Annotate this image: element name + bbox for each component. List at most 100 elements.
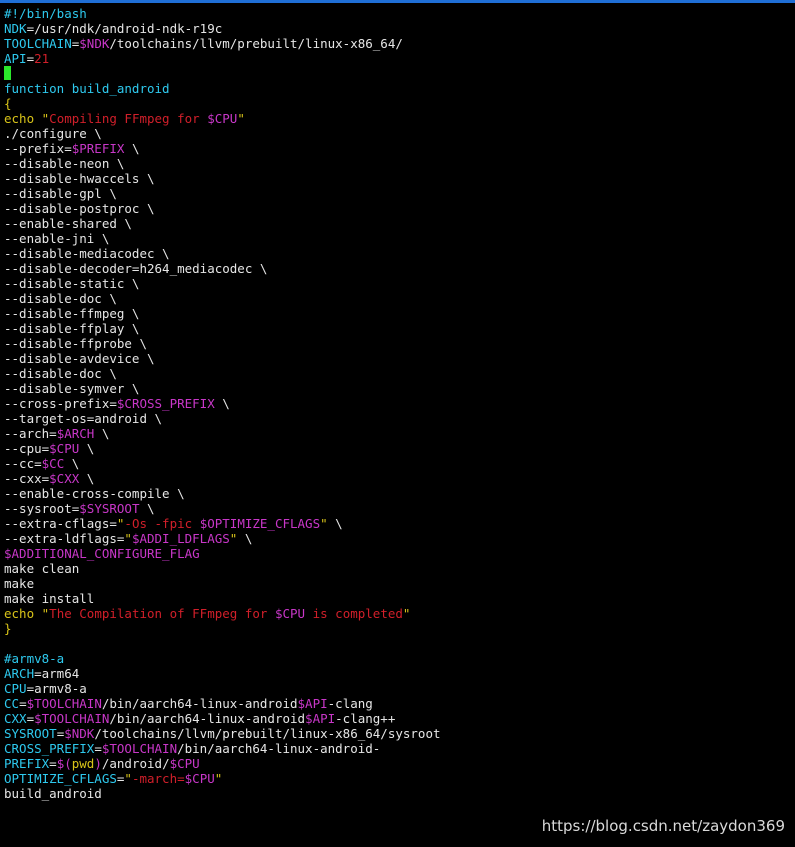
code-token: CXX [4,711,27,726]
code-token: echo [4,111,42,126]
code-token: /android/ [101,756,170,771]
code-token: CROSS_PREFIX [4,741,95,756]
code-line: --disable-symver \ [4,381,795,396]
text-cursor [4,66,11,80]
code-token: TOOLCHAIN [4,36,72,51]
code-token: $OPTIMIZE_CFLAGS [199,516,321,531]
code-line: TOOLCHAIN=$NDK/toolchains/llvm/prebuilt/… [4,36,795,51]
code-token: =/usr/ndk/android-ndk-r19c [26,21,223,36]
code-line: --disable-hwaccels \ [4,171,795,186]
code-token: = [49,756,57,771]
code-token: $PREFIX [71,141,125,156]
code-token: NDK [4,21,27,36]
code-token: /toolchains/llvm/prebuilt/linux-x86_64/s… [94,726,441,741]
terminal-editor-area[interactable]: #!/bin/bash NDK=/usr/ndk/android-ndk-r19c… [4,6,795,801]
code-token: --cross-prefix= [4,396,117,411]
code-line: --cross-prefix=$CROSS_PREFIX \ [4,396,795,411]
code-line: echo "Compiling FFmpeg for $CPU" [4,111,795,126]
code-token: --cpu= [4,441,50,456]
code-token: \ [237,531,253,546]
code-token: \ [94,426,110,441]
code-token: ) [94,756,102,771]
code-token: ./configure \ [4,126,102,141]
code-token: CPU [4,681,27,696]
code-token: " [124,531,132,546]
code-token: The Compilation of FFmpeg for [49,606,275,621]
code-token: make install [4,591,95,606]
code-line: PREFIX=$(pwd)/android/$CPU [4,756,795,771]
code-line: --disable-postproc \ [4,201,795,216]
code-token: \ [327,516,343,531]
code-line: ./configure \ [4,126,795,141]
code-line: --disable-neon \ [4,156,795,171]
code-token: ARCH [4,666,35,681]
code-token: -clang [327,696,373,711]
code-token: --disable-ffmpeg \ [4,306,140,321]
code-token: --target-os=android \ [4,411,163,426]
code-token: $CPU [274,606,306,621]
code-token: --disable-ffprobe \ [4,336,147,351]
code-token: SYSROOT [4,726,57,741]
code-token: --disable-postproc \ [4,201,155,216]
code-token: --disable-symver \ [4,381,140,396]
code-line: --target-os=android \ [4,411,795,426]
code-line: --disable-mediacodec \ [4,246,795,261]
code-token: = [26,51,35,66]
code-token: --prefix= [4,141,72,156]
code-token: \ [214,396,230,411]
code-token: /toolchains/llvm/prebuilt/linux-x86_64/ [109,36,403,51]
code-token: --sysroot= [4,501,80,516]
code-line: --cpu=$CPU \ [4,441,795,456]
watermark: https://blog.csdn.net/zaydon369 [541,817,785,835]
code-token: " [320,516,328,531]
code-token: $CC [41,456,65,471]
code-line [4,66,795,81]
code-token: --disable-doc \ [4,291,117,306]
code-token: --cxx= [4,471,50,486]
code-token: $ADDI_LDFLAGS [131,531,230,546]
code-token: $CXX [49,471,80,486]
code-token: --enable-jni \ [4,231,110,246]
code-token: --arch= [4,426,57,441]
code-token: --disable-mediacodec \ [4,246,170,261]
code-line: --disable-ffmpeg \ [4,306,795,321]
code-line: API=21 [4,51,795,66]
code-token: --disable-neon \ [4,156,125,171]
code-token: -march= [131,771,185,786]
code-token: /bin/aarch64-linux-android [101,696,298,711]
code-line: $ADDITIONAL_CONFIGURE_FLAG [4,546,795,561]
code-line: --extra-cflags= " -Os -fpic $OPTIMIZE_CFLA… [4,516,795,531]
code-token: /bin/aarch64-linux-android [109,711,306,726]
code-token: --extra-ldflags= [4,531,125,546]
code-token: API [4,51,27,66]
code-line: --extra-ldflags="$ADDI_LDFLAGS" \ [4,531,795,546]
code-token: #!/bin/bash [4,6,87,21]
code-token: $NDK [64,726,95,741]
code-token: --extra-cflags= [4,516,117,531]
code-token: --disable-ffplay \ [4,321,140,336]
code-line: make install [4,591,795,606]
code-line: --disable-static \ [4,276,795,291]
code-token: $CPU [169,756,200,771]
code-line: OPTIMIZE_CFLAGS="-march=$CPU" [4,771,795,786]
code-token: =arm64 [34,666,80,681]
code-token: " [237,111,245,126]
code-line: --enable-cross-compile \ [4,486,795,501]
code-token: " [402,606,411,621]
code-line: ARCH=arm64 [4,666,795,681]
code-token: $TOOLCHAIN [34,711,110,726]
code-token: --disable-gpl \ [4,186,117,201]
code-line: #armv8-a [4,651,795,666]
code-token: /bin/aarch64-linux-android- [177,741,381,756]
code-token: \ [139,501,155,516]
code-line: SYSROOT=$NDK/toolchains/llvm/prebuilt/li… [4,726,795,741]
code-token: make [4,576,35,591]
code-token: $SYSROOT [79,501,140,516]
code-token: PREFIX [4,756,50,771]
code-token: $API [297,696,328,711]
code-token: OPTIMIZE_CFLAGS [4,771,117,786]
code-token: = [26,711,35,726]
code-line: #!/bin/bash [4,6,795,21]
code-token: " [124,771,132,786]
code-token: function build_android [4,81,170,96]
